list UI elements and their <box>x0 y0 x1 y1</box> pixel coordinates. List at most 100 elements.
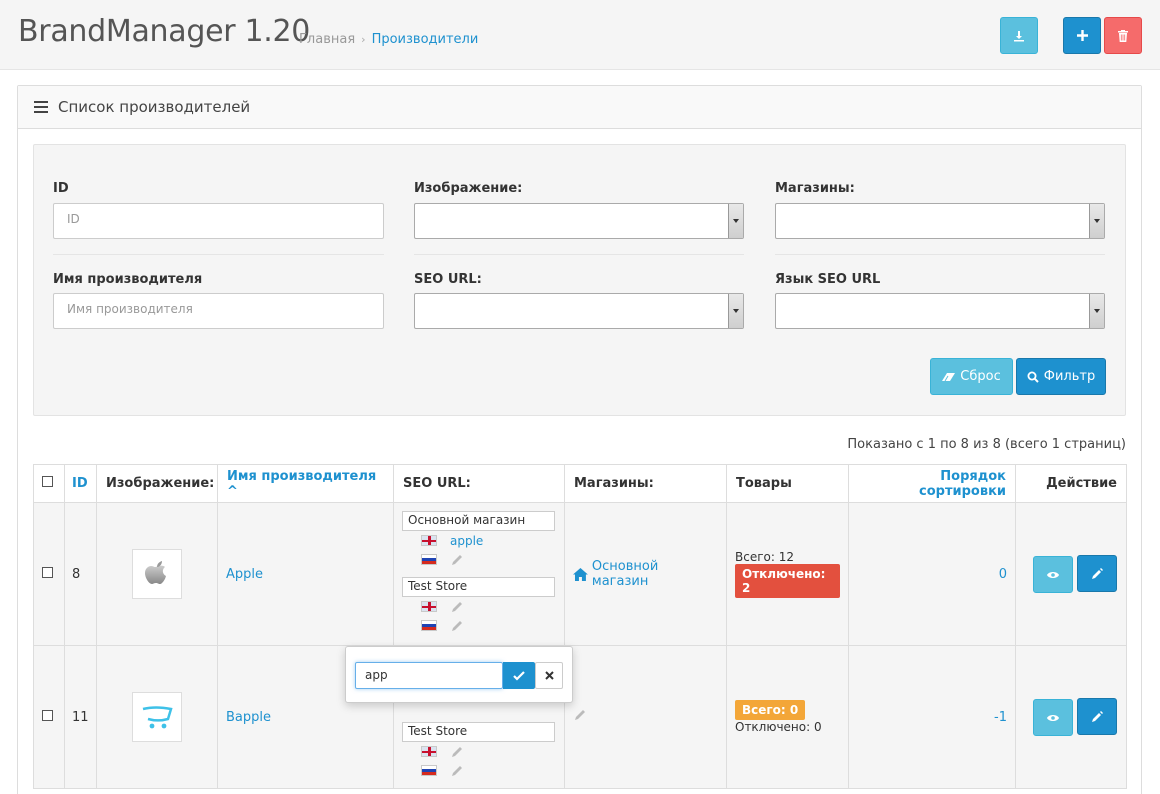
plus-icon <box>1076 30 1088 41</box>
edit-button[interactable] <box>1077 697 1117 735</box>
inline-edit-input[interactable]: app <box>355 662 503 689</box>
breadcrumb-home[interactable]: Главная <box>299 32 355 47</box>
flag-ru-icon <box>421 765 437 776</box>
seo-lang-row <box>402 597 556 616</box>
col-sort-order[interactable]: Порядок сортировки <box>848 464 1016 503</box>
row-sort-order[interactable]: -1 <box>848 645 1016 789</box>
row-sort-order[interactable]: 0 <box>848 502 1016 646</box>
products-total: Всего: 12 <box>735 550 794 564</box>
apple-logo-icon <box>145 561 166 584</box>
row-id: 8 <box>64 502 97 646</box>
view-button[interactable] <box>1032 556 1073 594</box>
products-disabled-badge: Отключено: 2 <box>735 564 840 598</box>
col-stores: Магазины: <box>564 464 727 503</box>
row-select-cell <box>33 645 65 789</box>
filter-seo-lang-select[interactable] <box>775 293 1105 329</box>
export-button[interactable] <box>1000 17 1038 54</box>
manufacturers-table: ID Изображение: Имя производителя ^ SEO … <box>33 464 1127 789</box>
row-name[interactable]: Apple <box>217 502 394 646</box>
table-header-row: ID Изображение: Имя производителя ^ SEO … <box>33 464 1127 503</box>
view-button[interactable] <box>1032 699 1073 737</box>
divider <box>53 254 384 255</box>
filter-button[interactable]: Фильтр <box>1016 358 1106 395</box>
inline-edit-popover: app <box>345 646 573 703</box>
seo-lang-row: apple <box>402 531 556 550</box>
pencil-icon[interactable] <box>573 708 587 722</box>
chevron-down-icon <box>1089 204 1104 238</box>
eraser-icon <box>942 372 956 381</box>
col-action: Действие <box>1015 464 1127 503</box>
seo-keyword[interactable]: apple <box>450 534 483 548</box>
page-header: BrandManager 1.20 Главная › Производители <box>0 0 1160 70</box>
results-summary: Показано с 1 по 8 из 8 (всего 1 страниц) <box>847 437 1126 452</box>
flag-uk-icon <box>421 535 437 546</box>
cancel-button[interactable] <box>535 662 563 689</box>
manufacturer-image <box>132 692 182 742</box>
cart-logo-icon <box>142 706 173 729</box>
filter-image-select[interactable] <box>414 203 744 239</box>
seo-lang-row <box>402 742 556 761</box>
seo-lang-row <box>402 550 556 569</box>
row-checkbox[interactable] <box>42 709 53 721</box>
pencil-icon[interactable] <box>450 553 464 567</box>
divider <box>414 254 744 255</box>
filter-name-label: Имя производителя <box>53 272 203 287</box>
row-id: 11 <box>64 645 97 789</box>
breadcrumb-current[interactable]: Производители <box>372 32 479 47</box>
filter-seo-select[interactable] <box>414 293 744 329</box>
list-icon <box>34 101 48 113</box>
search-icon <box>1027 371 1039 383</box>
row-image-cell <box>96 645 218 789</box>
flag-ru-icon <box>421 554 437 565</box>
seo-store-label: Test Store <box>402 577 555 597</box>
table-row: 11 Bapple Test Store Всего: 0 Отключено:… <box>33 645 1127 789</box>
pencil-icon[interactable] <box>450 619 464 633</box>
filter-name-input[interactable]: Имя производителя <box>53 293 384 329</box>
select-all-checkbox[interactable] <box>42 476 53 487</box>
col-name[interactable]: Имя производителя ^ <box>217 464 394 503</box>
row-products-cell: Всего: 0 Отключено: 0 <box>726 645 849 789</box>
col-products: Товары <box>726 464 849 503</box>
row-select-cell <box>33 502 65 646</box>
reset-button[interactable]: Сброс <box>930 358 1013 395</box>
flag-ru-icon <box>421 620 437 631</box>
col-id[interactable]: ID <box>64 464 97 503</box>
store-link[interactable]: Основной магазин <box>573 559 718 589</box>
col-seo: SEO URL: <box>393 464 565 503</box>
chevron-down-icon <box>1089 294 1104 328</box>
home-icon <box>573 567 588 581</box>
eye-icon <box>1046 714 1059 721</box>
panel-heading: Список производителей <box>18 86 1141 129</box>
store-link-label: Основной магазин <box>591 559 659 589</box>
confirm-button[interactable] <box>503 662 535 689</box>
breadcrumb-separator: › <box>361 33 366 46</box>
row-stores-cell <box>564 645 727 789</box>
table-row: 8 Apple Основной магазин apple Test Stor… <box>33 502 1127 646</box>
filter-stores-select[interactable] <box>775 203 1105 239</box>
seo-store-label: Основной магазин <box>402 511 555 531</box>
pencil-icon[interactable] <box>450 745 464 759</box>
row-stores-cell: Основной магазин <box>564 502 727 646</box>
filter-stores-label: Магазины: <box>775 181 855 196</box>
manufacturer-image <box>132 549 182 599</box>
add-button[interactable] <box>1063 17 1101 54</box>
pencil-icon <box>1091 710 1103 722</box>
row-actions <box>1015 645 1127 789</box>
flag-uk-icon <box>421 746 437 757</box>
row-checkbox[interactable] <box>42 566 53 578</box>
flag-uk-icon <box>421 601 437 612</box>
filter-seo-lang-label: Язык SEO URL <box>775 272 881 287</box>
pencil-icon[interactable] <box>450 600 464 614</box>
chevron-down-icon <box>728 204 743 238</box>
row-image-cell <box>96 502 218 646</box>
row-seo-cell: Основной магазин apple Test Store <box>393 502 565 646</box>
seo-store-label: Test Store <box>402 722 555 742</box>
edit-button[interactable] <box>1077 554 1117 592</box>
check-icon <box>513 670 525 681</box>
pencil-icon <box>1091 567 1103 579</box>
pencil-icon[interactable] <box>450 764 464 778</box>
filter-id-input[interactable]: ID <box>53 203 384 239</box>
products-total-badge: Всего: 0 <box>735 700 806 720</box>
delete-button[interactable] <box>1104 17 1142 54</box>
page-title: BrandManager 1.20 <box>18 14 311 49</box>
